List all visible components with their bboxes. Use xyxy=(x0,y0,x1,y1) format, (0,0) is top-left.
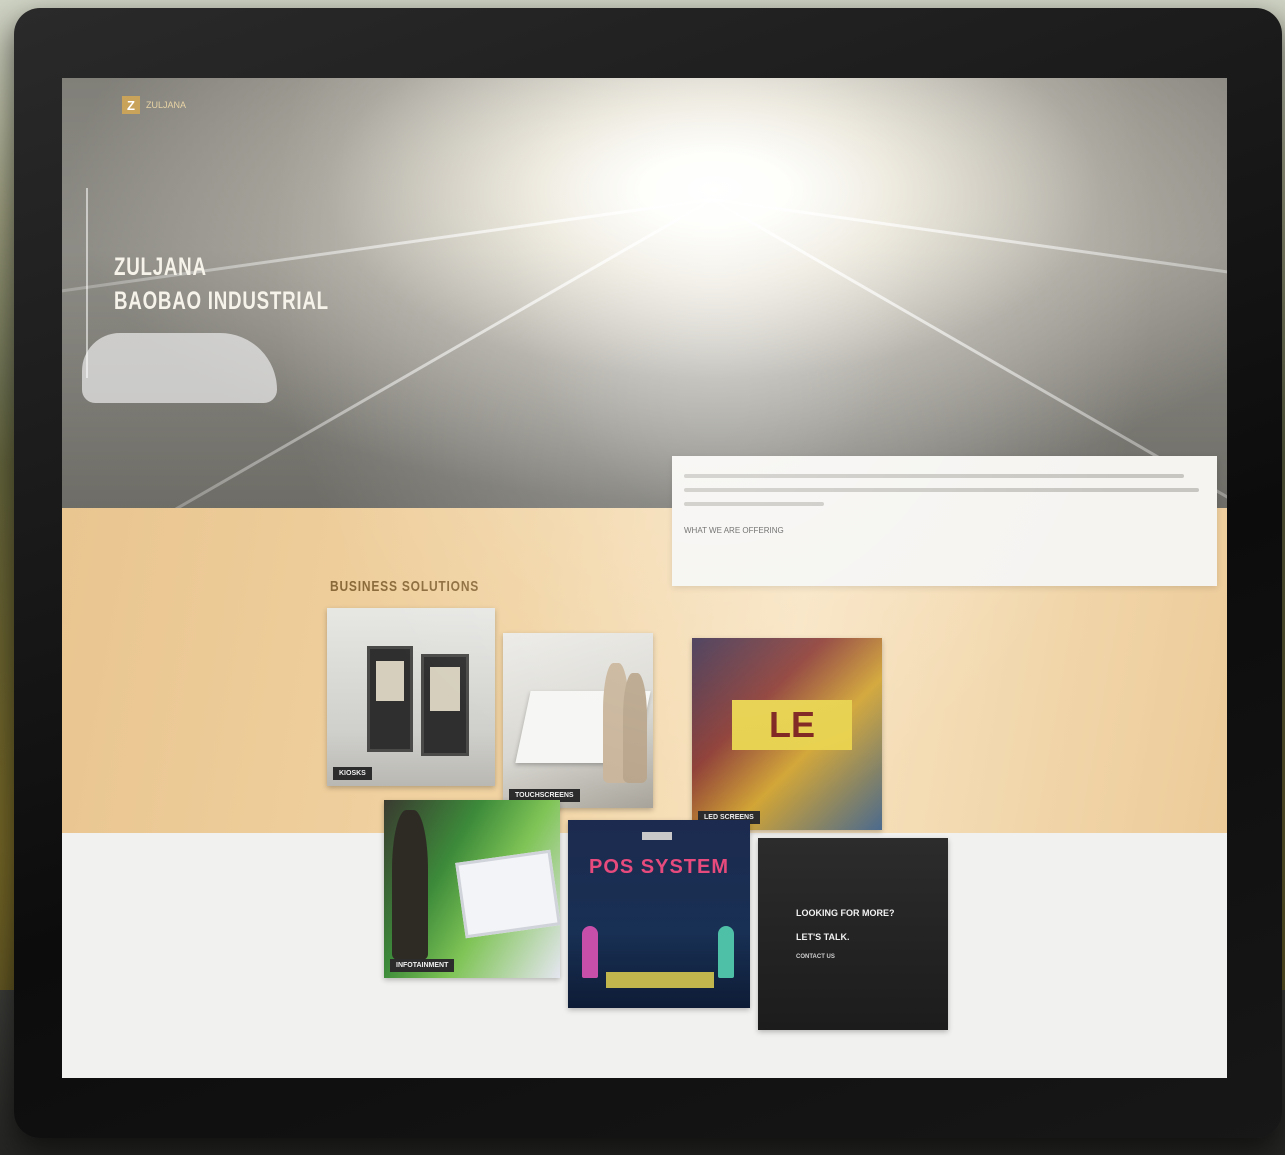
person-figure xyxy=(718,926,734,978)
intro-card: WHAT WE ARE OFFERING xyxy=(672,456,1217,586)
led-display: LE xyxy=(732,700,852,750)
intro-text-line xyxy=(684,474,1184,478)
car-image xyxy=(82,333,277,403)
website-screen: Z ZULJANA ZULJANA BAOBAO INDUSTRIAL WHAT… xyxy=(62,78,1227,1078)
kiosk-machine xyxy=(367,646,413,752)
solution-tile-infotainment[interactable]: INFOTAINMENT xyxy=(384,800,560,978)
tablet-screen xyxy=(455,849,560,939)
intro-text-line xyxy=(684,502,824,506)
section-title: BUSINESS SOLUTIONS xyxy=(330,578,480,595)
pos-title: POS SYSTEM xyxy=(588,856,730,878)
pos-counter xyxy=(606,972,714,988)
kiosk-display xyxy=(430,667,460,711)
tile-label: KIOSKS xyxy=(333,767,372,780)
logo-text: ZULJANA xyxy=(146,100,187,110)
sun-ray xyxy=(711,198,1227,327)
pos-brand-badge xyxy=(642,832,672,840)
hero-title-line: BAOBAO INDUSTRIAL xyxy=(114,287,329,315)
tile-label: INFOTAINMENT xyxy=(390,959,455,972)
contact-tile[interactable]: LOOKING FOR MORE? LET'S TALK. CONTACT US xyxy=(758,838,948,1030)
kiosk-machine xyxy=(421,654,469,756)
contact-us-link[interactable]: CONTACT US xyxy=(796,954,835,960)
person-figure xyxy=(392,810,428,960)
contact-cta: LET'S TALK. xyxy=(796,932,850,942)
person-figure xyxy=(582,926,598,978)
hero-title: ZULJANA BAOBAO INDUSTRIAL xyxy=(114,250,329,318)
kiosk-display xyxy=(376,661,404,701)
hero-title-line: ZULJANA xyxy=(114,253,207,281)
monitor-bezel: Z ZULJANA ZULJANA BAOBAO INDUSTRIAL WHAT… xyxy=(14,8,1282,1138)
intro-text-line xyxy=(684,488,1199,492)
solution-tile-pos-system[interactable]: POS SYSTEM xyxy=(568,820,750,1008)
solution-tile-kiosks[interactable]: KIOSKS xyxy=(327,608,495,786)
contact-question: LOOKING FOR MORE? xyxy=(796,908,895,918)
site-logo[interactable]: Z ZULJANA xyxy=(122,96,186,114)
side-divider xyxy=(86,188,102,378)
solution-tile-led-screens[interactable]: LE LED SCREENS xyxy=(692,638,882,830)
intro-link[interactable]: WHAT WE ARE OFFERING xyxy=(684,526,784,535)
solution-tile-touchscreens[interactable]: TOUCHSCREENS xyxy=(503,633,653,808)
person-figure xyxy=(623,673,647,783)
logo-mark: Z xyxy=(122,96,140,114)
hero-banner: Z ZULJANA ZULJANA BAOBAO INDUSTRIAL xyxy=(62,78,1227,651)
